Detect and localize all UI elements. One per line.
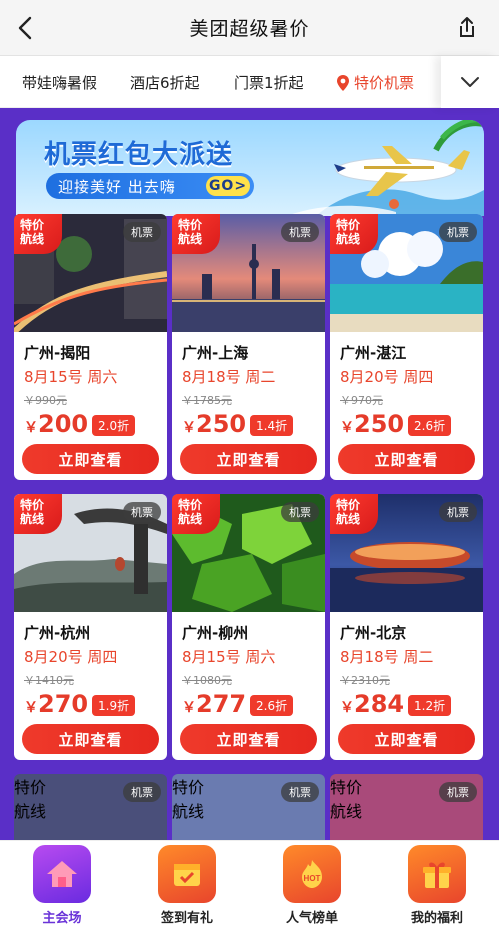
hot-route-badge: 特价 航线 [14,214,62,254]
sale-price: ￥200 [24,410,89,438]
nav-label: 我的福利 [410,911,463,926]
category-tabs: 带娃嗨暑假 酒店6折起 门票1折起 特价机票 [0,56,499,108]
flight-card-partial[interactable]: 特价 航线 机票 [172,774,325,844]
hot-icon: HOT [283,845,341,903]
discount-badge: 1.9折 [92,695,136,716]
date: 8月20号 周四 [340,368,434,386]
view-now-button[interactable]: 立即查看 [22,724,159,754]
tab-flights[interactable]: 特价机票 [336,72,414,93]
route: 广州-柳州 [182,624,249,642]
discount-badge: 2.0折 [92,415,136,436]
nav-my-benefits[interactable]: 我的福利 [375,841,499,935]
home-icon [33,845,91,903]
calendar-check-icon [158,845,216,903]
hot-route-badge: 特价 航线 [172,214,220,254]
top-bar: 美团超级暑价 [0,0,499,56]
discount-badge: 2.6折 [408,415,452,436]
discount-badge: 1.2折 [408,695,452,716]
promo-banner[interactable]: 机票红包大派送 迎接美好 出去嗨 GO> [16,120,484,216]
flight-card[interactable]: 特价 航线 机票 广州-柳州 8月15号 周六 ￥1080元 ￥277 2.6折 … [172,494,325,760]
original-price: ￥990元 [24,394,67,407]
gift-icon [408,845,466,903]
page-title: 美团超级暑价 [189,18,310,40]
view-now-button[interactable]: 立即查看 [338,444,475,474]
original-price: ￥2310元 [340,674,390,687]
route: 广州-揭阳 [24,344,91,362]
discount-badge: 1.4折 [250,415,294,436]
view-now-button[interactable]: 立即查看 [180,444,317,474]
type-badge: 机票 [439,502,477,522]
tab-tickets[interactable]: 门票1折起 [234,72,304,93]
discount-badge: 2.6折 [250,695,294,716]
chevron-left-icon [18,16,32,40]
flight-card[interactable]: 特价 航线 机票 广州-揭阳 8月15号 周六 ￥990元 ￥200 2.0折 立… [14,214,167,480]
banner-title: 机票红包大派送 [44,140,234,170]
view-now-button[interactable]: 立即查看 [22,444,159,474]
airplane-illustration [334,146,470,196]
bottom-nav: 主会场 签到有礼 HOT 人气榜单 我的福利 [0,840,499,935]
banner-go-button[interactable]: GO> [206,176,250,196]
chevron-down-icon [461,77,479,87]
location-pin-icon [337,74,349,91]
flight-card-partial[interactable]: 特价 航线 机票 [14,774,167,844]
sale-price: ￥284 [340,690,405,718]
back-button[interactable] [10,12,42,44]
flight-card-partial[interactable]: 特价 航线 机票 [330,774,483,844]
type-badge: 机票 [123,222,161,242]
nav-popular[interactable]: HOT 人气榜单 [250,841,374,935]
hot-route-badge: 特价 航线 [330,494,378,534]
type-badge: 机票 [439,782,477,802]
date: 8月15号 周六 [182,648,276,666]
route: 广州-杭州 [24,624,91,642]
original-price: ￥1080元 [182,674,232,687]
flight-card[interactable]: 特价 航线 机票 广州-北京 8月18号 周二 ￥2310元 ￥284 1.2折 … [330,494,483,760]
hot-route-badge: 特价 航线 [330,214,378,254]
type-badge: 机票 [123,502,161,522]
route: 广州-上海 [182,344,249,362]
sale-price: ￥250 [182,410,247,438]
more-tabs-button[interactable] [441,56,499,108]
date: 8月18号 周二 [340,648,434,666]
tab-summer-kids[interactable]: 带娃嗨暑假 [22,72,97,93]
type-badge: 机票 [281,222,319,242]
sale-price: ￥250 [340,410,405,438]
flight-card[interactable]: 特价 航线 机票 广州-杭州 8月20号 周四 ￥1410元 ￥270 1.9折 … [14,494,167,760]
view-now-button[interactable]: 立即查看 [180,724,317,754]
hot-route-badge: 特价 航线 [172,494,220,534]
type-badge: 机票 [281,782,319,802]
hot-route-badge: 特价 航线 [14,494,62,534]
type-badge: 机票 [281,502,319,522]
date: 8月18号 周二 [182,368,276,386]
flight-card[interactable]: 特价 航线 机票 广州-上海 8月18号 周二 ￥1785元 ￥250 1.4折 … [172,214,325,480]
nav-checkin[interactable]: 签到有礼 [125,841,249,935]
type-badge: 机票 [123,782,161,802]
nav-main-venue[interactable]: 主会场 [0,841,124,935]
original-price: ￥970元 [340,394,383,407]
nav-label: 签到有礼 [160,911,213,926]
share-button[interactable] [451,12,483,44]
route: 广州-北京 [340,624,407,642]
nav-label: 主会场 [42,911,82,926]
type-badge: 机票 [439,222,477,242]
original-price: ￥1785元 [182,394,232,407]
view-now-button[interactable]: 立即查看 [338,724,475,754]
sale-price: ￥270 [24,690,89,718]
tab-flights-label: 特价机票 [354,74,415,92]
sale-price: ￥277 [182,690,247,718]
svg-text:HOT: HOT [304,874,321,883]
share-icon [460,17,474,37]
route: 广州-湛江 [340,344,407,362]
tab-hotel[interactable]: 酒店6折起 [130,72,200,93]
date: 8月20号 周四 [24,648,118,666]
banner-subtitle: 迎接美好 出去嗨 [58,177,176,196]
nav-label: 人气榜单 [285,911,338,926]
banner-subtitle-pill: 迎接美好 出去嗨 GO> [46,173,254,199]
original-price: ￥1410元 [24,674,74,687]
date: 8月15号 周六 [24,368,118,386]
flight-card[interactable]: 特价 航线 机票 广州-湛江 8月20号 周四 ￥970元 ￥250 2.6折 立… [330,214,483,480]
